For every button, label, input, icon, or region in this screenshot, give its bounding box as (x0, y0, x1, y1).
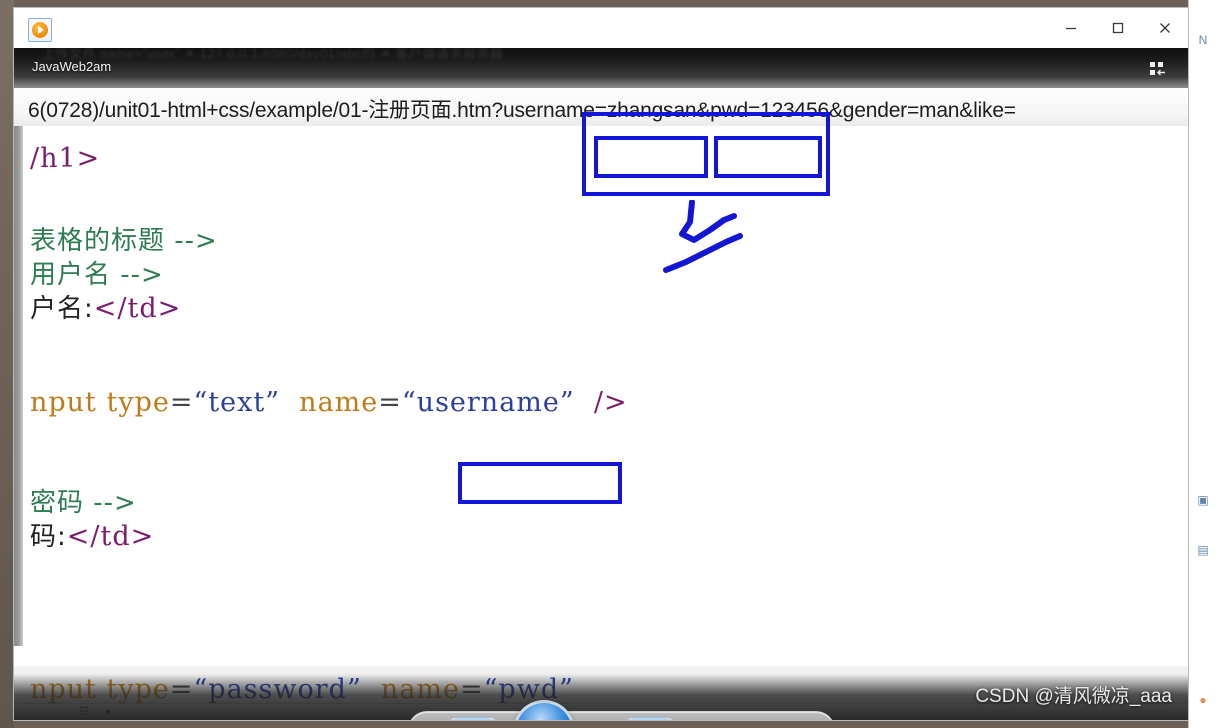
code-token: “username” (401, 387, 575, 418)
next-track-button[interactable] (623, 717, 677, 720)
code-line: 户名:</td> (30, 293, 182, 325)
code-token: 户名: (30, 294, 94, 324)
code-token: </td> (66, 521, 155, 552)
maximize-icon[interactable] (1094, 8, 1141, 48)
desktop-icon-partial-2: ▣ (1197, 493, 1209, 507)
video-surface[interactable]: 上传文件 name="user" ✕ 127.0.0.1:8080/day01/… (14, 48, 1188, 720)
code-name-attribute-box (458, 462, 622, 504)
code-token: nput (30, 387, 107, 418)
osd-control-bar (408, 700, 835, 720)
window-title-bar (14, 8, 1188, 49)
code-token: = (378, 387, 402, 418)
media-player-window: 上传文件 name="user" ✕ 127.0.0.1:8080/day01/… (14, 8, 1188, 720)
editor-gutter (14, 126, 23, 646)
code-line: 密码 --> (30, 488, 137, 518)
code-line: 用户名 --> (30, 260, 164, 290)
minimize-icon[interactable] (1047, 8, 1094, 48)
code-token: type (106, 387, 170, 418)
screen-root: N ▣ ▤ ● 上传文件 name="user" ✕ 127.0.0.1:808… (0, 0, 1217, 728)
code-token: 用户名 --> (30, 260, 164, 290)
code-line: nput type=“text” name=“username” /> (30, 388, 628, 418)
code-token: 密码 --> (30, 488, 137, 518)
hand-drawn-arrow-annotation (654, 199, 764, 280)
url-username-key-box (594, 136, 708, 178)
code-token: 表格的标题 --> (30, 226, 218, 256)
code-token: name (280, 387, 379, 418)
code-token: = (169, 387, 194, 418)
recorded-url-text: 6(0728)/unit01-html+css/example/01-注册页面.… (28, 99, 1016, 122)
close-icon[interactable] (1141, 8, 1188, 48)
desktop-right-strip: N ▣ ▤ ● (1188, 0, 1217, 728)
desktop-icon-partial-4: ● (1199, 693, 1207, 707)
desktop-left-edge (0, 0, 14, 728)
osd-media-title: JavaWeb2am (32, 59, 112, 74)
window-controls (1047, 8, 1188, 48)
code-token: 码: (30, 522, 67, 552)
csdn-watermark: CSDN @清风微凉_aaa (975, 686, 1172, 707)
restore-down-icon[interactable] (1150, 62, 1166, 76)
code-token: “text” (193, 387, 281, 418)
recorded-tab-strip: 上传文件 name="user" ✕ 127.0.0.1:8080/day01/… (42, 48, 504, 59)
code-token: /h1> (30, 143, 101, 174)
code-token: /> (574, 387, 628, 418)
previous-track-button[interactable] (446, 717, 500, 720)
code-line: 表格的标题 --> (30, 226, 218, 256)
url-username-value-box (714, 136, 822, 178)
recorded-code-area: /h1> 表格的标题 --> 用户名 --> 户名:</td> nput type=“t… (14, 126, 1188, 646)
recorded-browser-chrome: 上传文件 name="user" ✕ 127.0.0.1:8080/day01/… (14, 48, 1188, 88)
media-player-icon (28, 18, 52, 42)
desktop-icon-partial-3: ▤ (1197, 543, 1209, 557)
code-token: </td> (93, 293, 182, 324)
code-line: 码:</td> (30, 521, 155, 553)
code-line: /h1> (30, 144, 100, 174)
desktop-icon-partial-1: N (1198, 33, 1208, 47)
